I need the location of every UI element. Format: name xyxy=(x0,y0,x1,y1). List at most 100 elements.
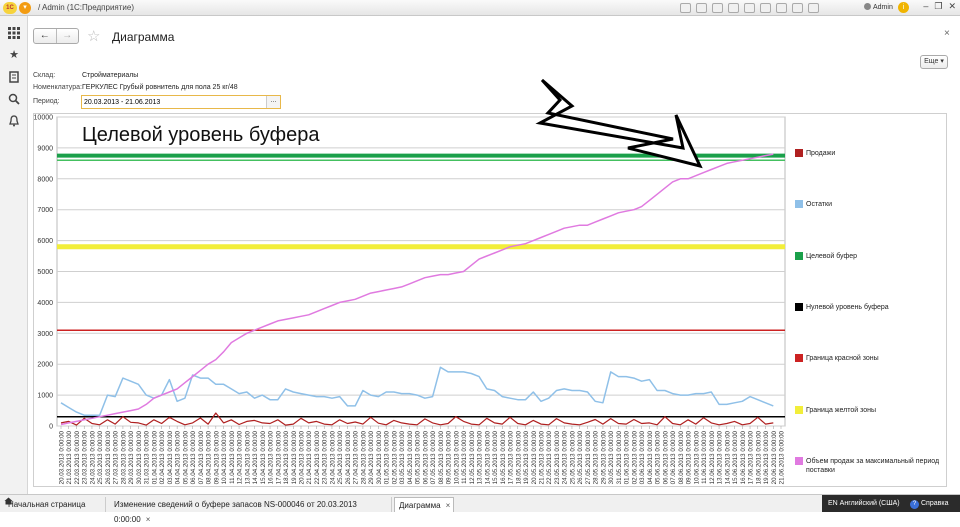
x-tick-label: 03.06.2013 0:00:00 xyxy=(639,430,646,484)
legend-swatch xyxy=(795,149,803,157)
x-tick-label: 18.04.2013 0:00:00 xyxy=(283,430,290,484)
x-tick-label: 23.05.2013 0:00:00 xyxy=(554,430,561,484)
legend-swatch xyxy=(795,405,803,414)
x-tick-label: 19.05.2013 0:00:00 xyxy=(523,430,530,484)
x-tick-label: 18.06.2013 0:00:00 xyxy=(755,430,762,484)
x-tick-label: 14.06.2013 0:00:00 xyxy=(724,430,731,484)
x-tick-label: 12.06.2013 0:00:00 xyxy=(709,430,716,484)
x-tick-label: 20.05.2013 0:00:00 xyxy=(531,430,538,484)
x-tick-label: 31.03.2013 0:00:00 xyxy=(144,430,151,484)
x-tick-label: 20.04.2013 0:00:00 xyxy=(299,430,306,484)
x-tick-label: 22.04.2013 0:00:00 xyxy=(314,430,321,484)
close-icon[interactable]: × xyxy=(446,501,451,510)
x-tick-label: 23.04.2013 0:00:00 xyxy=(322,430,329,484)
open-windows-bar: Начальная страница Изменение сведений о … xyxy=(0,494,960,524)
x-tick-label: 07.04.2013 0:00:00 xyxy=(198,430,205,484)
x-tick-label: 20.06.2013 0:00:00 xyxy=(771,430,778,484)
y-tick-label: 7000 xyxy=(37,207,53,214)
tab-label: Диаграмма xyxy=(399,501,441,510)
y-tick-label: 6000 xyxy=(37,238,53,245)
y-tick-label: 5000 xyxy=(37,269,53,276)
legend-label: Продажи xyxy=(806,150,836,157)
x-tick-label: 24.03.2013 0:00:00 xyxy=(89,430,96,484)
x-tick-label: 27.03.2013 0:00:00 xyxy=(113,430,120,484)
y-tick-label: 2000 xyxy=(37,362,53,369)
x-tick-label: 29.04.2013 0:00:00 xyxy=(368,430,375,484)
x-tick-label: 14.05.2013 0:00:00 xyxy=(484,430,491,484)
legend-label: Нулевой уровень буфера xyxy=(806,303,889,311)
x-tick-label: 08.05.2013 0:00:00 xyxy=(438,430,445,484)
x-tick-label: 02.04.2013 0:00:00 xyxy=(159,430,166,484)
help-label: Справка xyxy=(921,500,949,507)
x-tick-label: 10.04.2013 0:00:00 xyxy=(221,430,228,484)
help-button[interactable]: ? Справка xyxy=(908,495,960,512)
target-buffer-annotation: Целевой уровень буфера xyxy=(82,124,320,146)
x-tick-label: 01.04.2013 0:00:00 xyxy=(151,430,158,484)
x-tick-label: 09.05.2013 0:00:00 xyxy=(446,430,453,484)
x-tick-label: 11.04.2013 0:00:00 xyxy=(229,430,236,483)
y-tick-label: 4000 xyxy=(37,300,53,307)
x-tick-label: 21.05.2013 0:00:00 xyxy=(539,430,546,484)
close-icon[interactable]: × xyxy=(146,515,151,524)
x-tick-label: 11.05.2013 0:00:00 xyxy=(461,430,468,483)
x-tick-label: 12.05.2013 0:00:00 xyxy=(469,430,476,484)
legend-label: Целевой буфер xyxy=(806,252,858,260)
x-tick-label: 15.04.2013 0:00:00 xyxy=(260,430,267,484)
legend-label: Остатки xyxy=(806,201,832,209)
x-tick-label: 06.04.2013 0:00:00 xyxy=(190,430,197,484)
tab-home[interactable]: Начальная страница xyxy=(4,497,106,512)
x-tick-label: 30.04.2013 0:00:00 xyxy=(376,430,383,484)
x-tick-label: 25.04.2013 0:00:00 xyxy=(337,430,344,484)
x-tick-label: 28.03.2013 0:00:00 xyxy=(120,430,127,484)
y-tick-label: 3000 xyxy=(37,331,53,338)
x-tick-label: 22.05.2013 0:00:00 xyxy=(546,430,553,484)
x-tick-label: 14.04.2013 0:00:00 xyxy=(252,430,259,484)
x-tick-label: 16.05.2013 0:00:00 xyxy=(500,430,507,484)
tab-label: Изменение сведений о буфере запасов NS-0… xyxy=(114,500,357,524)
x-tick-label: 04.04.2013 0:00:00 xyxy=(175,430,182,484)
x-tick-label: 18.05.2013 0:00:00 xyxy=(515,430,522,484)
x-tick-label: 29.03.2013 0:00:00 xyxy=(128,430,135,484)
x-tick-label: 30.03.2013 0:00:00 xyxy=(136,430,143,484)
x-tick-label: 07.05.2013 0:00:00 xyxy=(430,430,437,484)
legend-swatch xyxy=(795,302,803,311)
x-tick-label: 02.06.2013 0:00:00 xyxy=(631,430,638,484)
tab-buffer-change[interactable]: Изменение сведений о буфере запасов NS-0… xyxy=(110,497,392,524)
x-tick-label: 13.06.2013 0:00:00 xyxy=(717,430,724,484)
x-tick-label: 05.05.2013 0:00:00 xyxy=(415,430,422,484)
x-tick-label: 08.04.2013 0:00:00 xyxy=(206,430,213,484)
x-tick-label: 03.05.2013 0:00:00 xyxy=(399,430,406,484)
x-tick-label: 10.05.2013 0:00:00 xyxy=(453,430,460,484)
x-tick-label: 26.04.2013 0:00:00 xyxy=(345,430,352,484)
legend-swatch xyxy=(795,251,803,260)
x-tick-label: 23.03.2013 0:00:00 xyxy=(82,430,89,484)
legend-swatch xyxy=(795,200,803,209)
y-tick-label: 8000 xyxy=(37,176,53,183)
x-tick-label: 11.06.2013 0:00:00 xyxy=(701,430,708,483)
x-tick-label: 28.04.2013 0:00:00 xyxy=(360,430,367,484)
x-tick-label: 30.05.2013 0:00:00 xyxy=(608,430,615,484)
x-tick-label: 22.03.2013 0:00:00 xyxy=(74,430,81,484)
x-tick-label: 15.05.2013 0:00:00 xyxy=(492,430,499,484)
x-tick-label: 06.06.2013 0:00:00 xyxy=(662,430,669,484)
legend-label: Граница желтой зоны xyxy=(806,406,877,414)
x-tick-label: 01.06.2013 0:00:00 xyxy=(624,430,631,484)
x-tick-label: 24.05.2013 0:00:00 xyxy=(562,430,569,484)
x-tick-label: 05.04.2013 0:00:00 xyxy=(182,430,189,484)
x-tick-label: 19.04.2013 0:00:00 xyxy=(291,430,298,484)
x-tick-label: 25.03.2013 0:00:00 xyxy=(97,430,104,484)
tab-diagram[interactable]: Диаграмма × xyxy=(394,497,454,512)
x-tick-label: 17.05.2013 0:00:00 xyxy=(508,430,515,484)
x-tick-label: 09.04.2013 0:00:00 xyxy=(213,430,220,484)
language-indicator[interactable]: EN Английский (США) xyxy=(822,495,912,512)
x-tick-label: 25.05.2013 0:00:00 xyxy=(569,430,576,484)
x-tick-label: 19.06.2013 0:00:00 xyxy=(763,430,770,484)
x-tick-label: 13.04.2013 0:00:00 xyxy=(244,430,251,484)
legend-label: Граница красной зоны xyxy=(806,355,879,363)
x-tick-label: 12.04.2013 0:00:00 xyxy=(237,430,244,484)
x-tick-label: 20.03.2013 0:00:00 xyxy=(59,430,66,484)
x-tick-label: 26.03.2013 0:00:00 xyxy=(105,430,112,484)
x-tick-label: 24.04.2013 0:00:00 xyxy=(329,430,336,484)
y-tick-label: 0 xyxy=(49,424,53,431)
x-tick-label: 28.05.2013 0:00:00 xyxy=(593,430,600,484)
